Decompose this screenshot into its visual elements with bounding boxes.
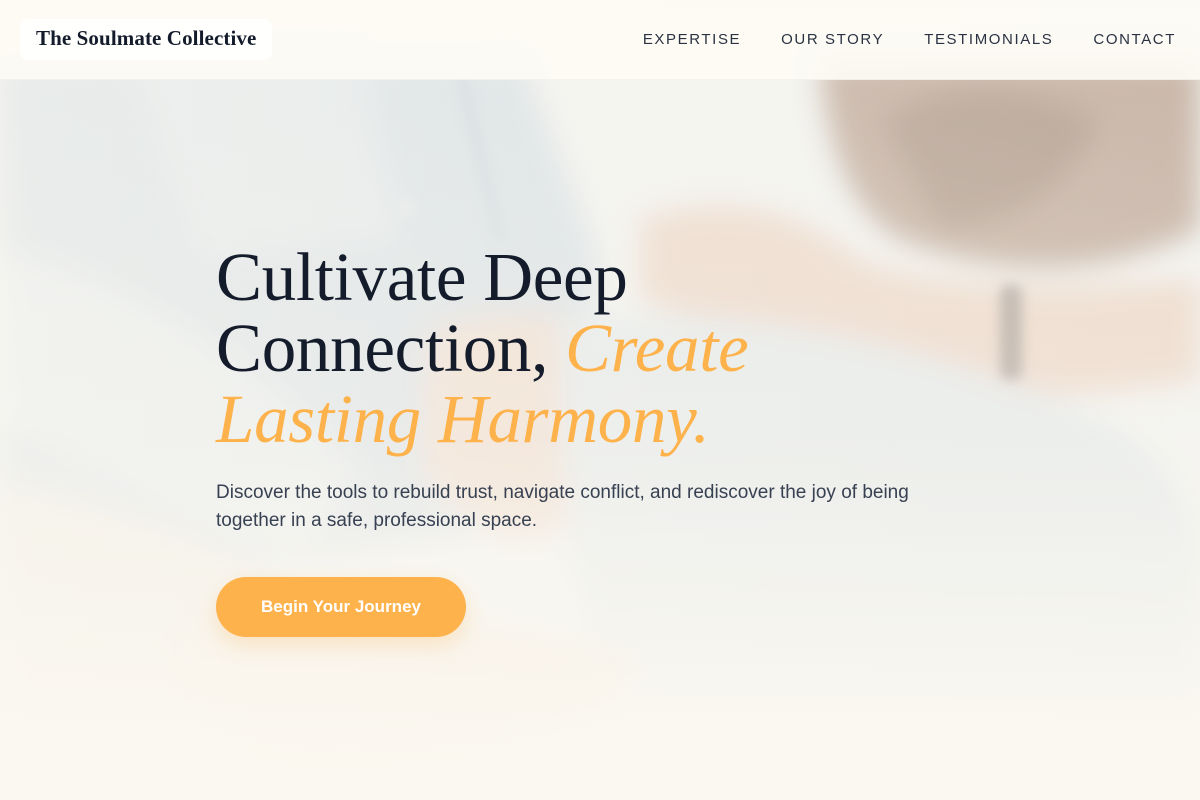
nav-link-expertise[interactable]: EXPERTISE (643, 31, 741, 48)
hero-subtitle: Discover the tools to rebuild trust, nav… (216, 482, 909, 531)
nav-link-contact[interactable]: CONTACT (1093, 31, 1176, 48)
hero-section: Cultivate Deep Connection, Create Lastin… (216, 242, 976, 637)
hero-title-accent-2: Lasting Harmony. (216, 381, 710, 457)
brand-logo[interactable]: The Soulmate Collective (20, 19, 273, 60)
nav-link-testimonials[interactable]: TESTIMONIALS (924, 31, 1053, 48)
hero-title-accent-1: Create (565, 310, 749, 386)
hero-title-line1: Cultivate Deep (216, 239, 628, 315)
site-header: The Soulmate Collective EXPERTISE OUR ST… (0, 0, 1200, 80)
nav-link-our-story[interactable]: OUR STORY (781, 31, 884, 48)
main-nav: EXPERTISE OUR STORY TESTIMONIALS CONTACT (643, 31, 1176, 48)
begin-journey-button[interactable]: Begin Your Journey (216, 577, 466, 637)
hero-title: Cultivate Deep Connection, Create Lastin… (216, 242, 976, 455)
hero-title-line2: Connection, (216, 310, 566, 386)
